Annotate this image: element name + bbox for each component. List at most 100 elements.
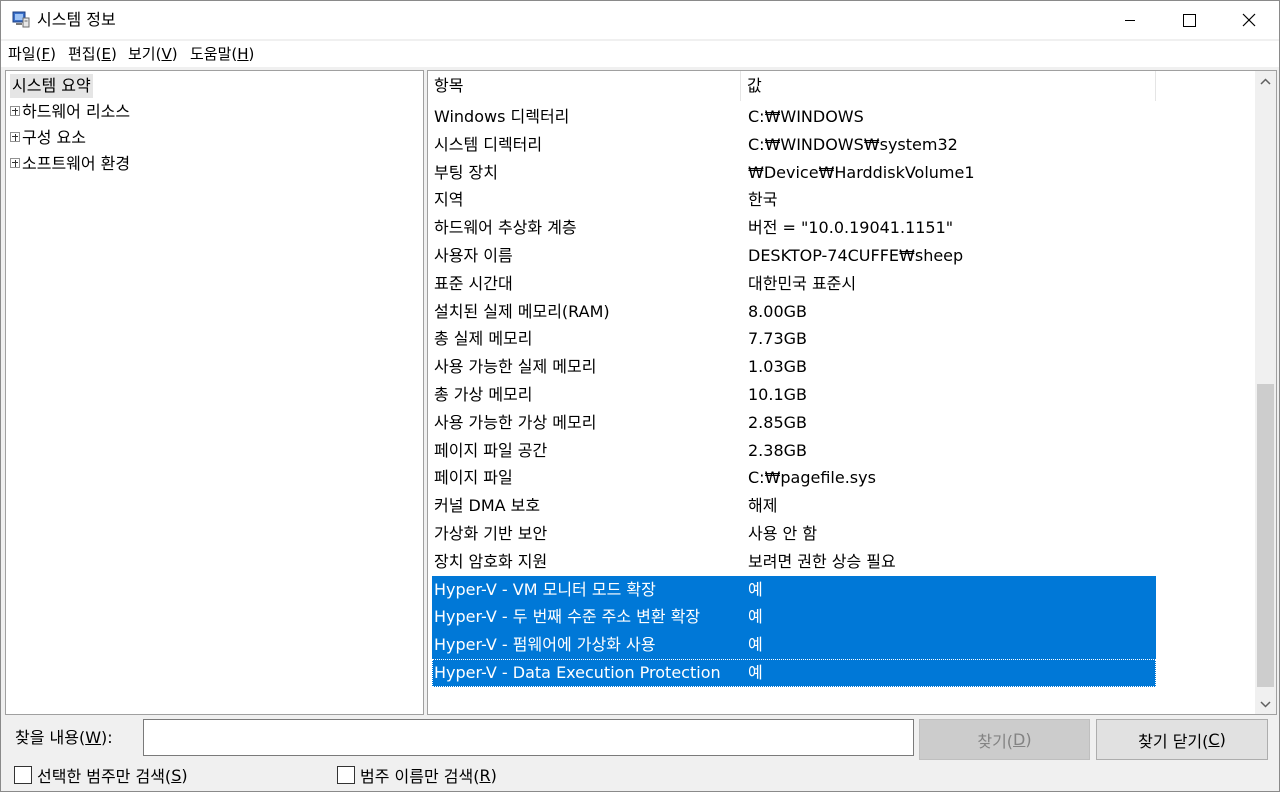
list-row[interactable]: 부팅 장치 ₩Device₩HarddiskVolume1 [432, 159, 1156, 187]
find-label-suffix: ): [101, 728, 113, 747]
menu-view-accel: V [161, 45, 172, 63]
list-row[interactable]: Hyper-V - VM 모니터 모드 확장 예 [432, 575, 1156, 604]
row-item-value: 보려면 권한 상승 필요 [748, 551, 896, 571]
list-row[interactable]: Hyper-V - 두 번째 수준 주소 변환 확장 예 [432, 603, 1156, 632]
close-find-button[interactable]: 찾기 닫기(C) [1096, 719, 1268, 760]
search-category-names-checkbox[interactable] [337, 766, 355, 784]
scroll-thumb[interactable] [1257, 384, 1274, 687]
row-item-name: 사용 가능한 가상 메모리 [434, 412, 597, 432]
find-what-input[interactable] [143, 719, 914, 756]
checkbox-label-suffix: ) [181, 765, 188, 785]
search-category-names-only-option[interactable]: 범주 이름만 검색(R) [337, 763, 497, 787]
list-row[interactable]: 페이지 파일 공간 2.38GB [432, 437, 1156, 465]
list-row[interactable]: 커널 DMA 보호 해제 [432, 492, 1156, 520]
row-item-value: 1.03GB [748, 357, 807, 377]
row-item-value: DESKTOP-74CUFFE₩sheep [748, 245, 964, 265]
menu-view-label: 보기( [128, 45, 162, 63]
menu-view-suffix: ) [171, 45, 178, 63]
expand-plus-icon[interactable] [10, 131, 20, 142]
find-button[interactable]: 찾기(D) [919, 719, 1090, 760]
expand-plus-icon[interactable] [10, 105, 20, 116]
row-item-name: 총 가상 메모리 [434, 384, 533, 404]
list-row[interactable]: Hyper-V - Data Execution Protection 예 [432, 658, 1156, 687]
list-row[interactable]: 총 가상 메모리 10.1GB [432, 381, 1156, 409]
row-item-name: 사용자 이름 [434, 245, 513, 265]
search-selected-category-only-option[interactable]: 선택한 범주만 검색(S) [14, 763, 188, 787]
row-item-name: 하드웨어 추상화 계층 [434, 218, 577, 238]
list-row[interactable]: 시스템 디렉터리 C:₩WINDOWS₩system32 [432, 131, 1156, 159]
tree-item-system-summary[interactable]: 시스템 요약 [10, 74, 93, 98]
expand-plus-icon[interactable] [10, 157, 20, 168]
menu-file-suffix: ) [50, 45, 56, 63]
search-selected-category-checkbox[interactable] [14, 766, 32, 784]
scroll-up-button[interactable] [1255, 71, 1276, 91]
list-row[interactable]: 장치 암호화 지원 보려면 권한 상승 필요 [432, 548, 1156, 576]
list-row[interactable]: 사용자 이름 DESKTOP-74CUFFE₩sheep [432, 242, 1156, 270]
close-button[interactable] [1219, 1, 1279, 39]
row-item-value: 대한민국 표준시 [748, 273, 857, 293]
close-find-suffix: ) [1219, 730, 1226, 749]
checkbox-label-accel: R [479, 765, 491, 785]
vertical-scrollbar[interactable] [1255, 71, 1276, 714]
menu-edit-accel: E [101, 45, 111, 63]
minimize-icon [1125, 20, 1135, 21]
details-list[interactable]: 항목 값 Windows 디렉터리 C:₩WINDOWS 시스템 디렉터리 C:₩WI… [427, 70, 1277, 715]
tree-item-label: 소프트웨어 환경 [22, 154, 131, 173]
row-item-name: 페이지 파일 [434, 468, 513, 488]
checkbox-label-suffix: ) [490, 765, 497, 785]
row-item-name: Hyper-V - Data Execution Protection [434, 662, 721, 682]
row-item-name: 장치 암호화 지원 [434, 551, 548, 571]
list-rows: Windows 디렉터리 C:₩WINDOWS 시스템 디렉터리 C:₩WINDOWS… [432, 103, 1156, 687]
list-row[interactable]: Windows 디렉터리 C:₩WINDOWS [432, 103, 1156, 131]
list-row[interactable]: 사용 가능한 가상 메모리 2.85GB [432, 409, 1156, 437]
maximize-button[interactable] [1159, 1, 1219, 39]
close-find-accel: C [1208, 730, 1220, 749]
tree-item-hardware-resources[interactable]: 하드웨어 리소스 [10, 100, 130, 124]
menu-help-label: 도움말( [190, 45, 238, 63]
minimize-button[interactable] [1100, 1, 1160, 39]
row-item-value: 예 [748, 635, 763, 655]
menu-edit[interactable]: 편집(E) [68, 44, 117, 64]
menu-view[interactable]: 보기(V) [128, 44, 178, 64]
tree-item-label: 시스템 요약 [12, 76, 91, 95]
row-item-name: 시스템 디렉터리 [434, 134, 543, 154]
find-what-label: 찾을 내용(W): [15, 727, 113, 749]
row-item-value: ₩Device₩HarddiskVolume1 [748, 162, 975, 182]
list-row[interactable]: 설치된 실제 메모리(RAM) 8.00GB [432, 298, 1156, 326]
list-row[interactable]: 총 실제 메모리 7.73GB [432, 325, 1156, 353]
list-row[interactable]: 표준 시간대 대한민국 표준시 [432, 270, 1156, 298]
list-row[interactable]: Hyper-V - 펌웨어에 가상화 사용 예 [432, 631, 1156, 659]
chevron-up-icon [1260, 77, 1271, 85]
column-header-item[interactable]: 항목 [428, 71, 741, 101]
menu-help[interactable]: 도움말(H) [190, 44, 254, 64]
row-item-value: 한국 [748, 190, 778, 210]
row-item-name: Hyper-V - VM 모니터 모드 확장 [434, 579, 656, 599]
category-tree[interactable]: 시스템 요약 하드웨어 리소스 구성 요소 소프트웨어 환경 [5, 70, 424, 715]
list-row[interactable]: 가상화 기반 보안 사용 안 함 [432, 520, 1156, 548]
row-item-name: 사용 가능한 실제 메모리 [434, 357, 597, 377]
row-item-name: Hyper-V - 두 번째 수준 주소 변환 확장 [434, 607, 701, 627]
list-row[interactable]: 사용 가능한 실제 메모리 1.03GB [432, 353, 1156, 381]
title-bar[interactable]: 시스템 정보 [1, 1, 1279, 39]
row-item-value: 2.85GB [748, 412, 807, 432]
list-row[interactable]: 페이지 파일 C:₩pagefile.sys [432, 464, 1156, 492]
column-header-value[interactable]: 값 [741, 71, 1156, 101]
system-information-window: 시스템 정보 파일(F) 편집(E) 보기(V) 도움말(H) 시스템 요약 하… [0, 0, 1280, 792]
row-item-value: C:₩pagefile.sys [748, 468, 876, 488]
list-header: 항목 값 [428, 71, 1256, 101]
maximize-icon [1182, 13, 1196, 27]
row-item-name: 설치된 실제 메모리(RAM) [434, 301, 610, 321]
list-row[interactable]: 하드웨어 추상화 계층 버전 = "10.0.19041.1151" [432, 214, 1156, 242]
list-row[interactable]: 지역 한국 [432, 186, 1156, 214]
tree-item-label: 구성 요소 [22, 128, 86, 147]
tree-item-software-environment[interactable]: 소프트웨어 환경 [10, 152, 130, 176]
window-title: 시스템 정보 [37, 10, 116, 29]
checkbox-label: 선택한 범주만 검색( [37, 767, 172, 786]
find-button-suffix: ) [1025, 730, 1032, 749]
find-label-text: 찾을 내용( [15, 728, 86, 747]
tree-item-components[interactable]: 구성 요소 [10, 126, 86, 150]
menu-file[interactable]: 파일(F) [8, 44, 56, 64]
menu-edit-label: 편집( [68, 45, 102, 63]
row-item-name: 커널 DMA 보호 [434, 496, 541, 516]
scroll-down-button[interactable] [1255, 694, 1276, 714]
